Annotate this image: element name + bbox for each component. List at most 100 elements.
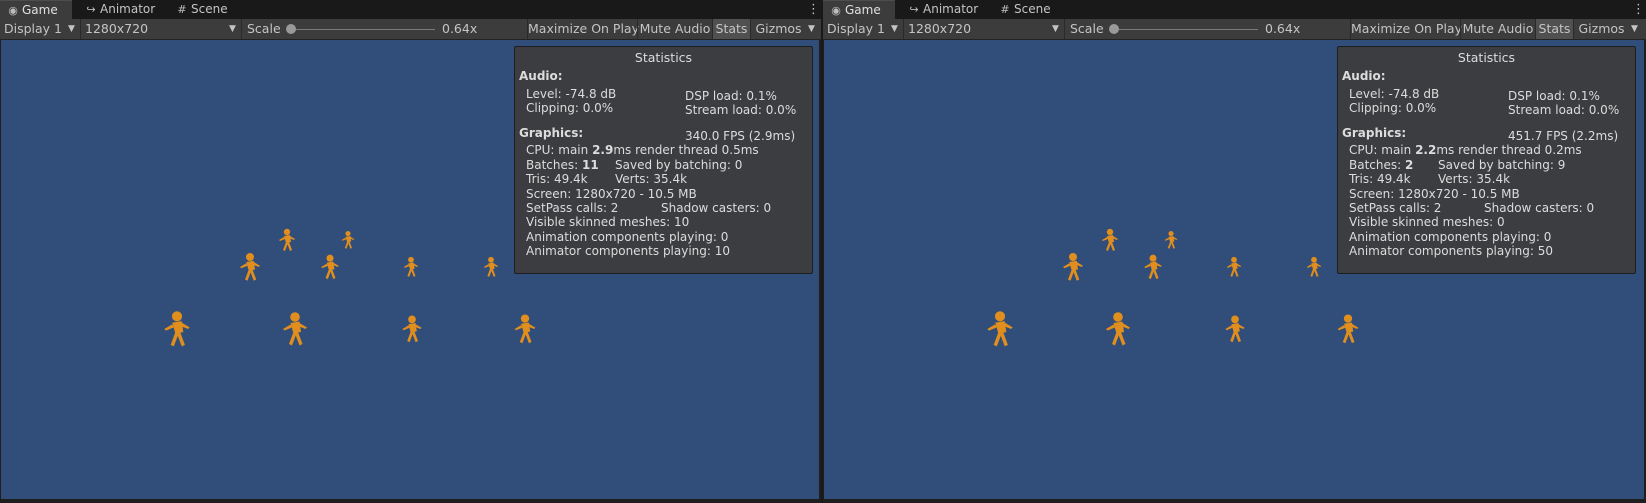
character-figure	[987, 311, 1013, 347]
visible-skinned-meshes: Visible skinned meshes: 10	[526, 215, 690, 229]
chevron-down-icon: ▼	[1052, 24, 1059, 34]
screen-info: Screen: 1280x720 - 10.5 MB	[1349, 187, 1520, 201]
display-dropdown[interactable]: Display 1	[4, 19, 78, 39]
game-view-left: ◉ Game ↪ Animator # Scene ⋮ Display 1 ▼ 128…	[0, 0, 821, 503]
grid-icon: #	[1000, 3, 1010, 16]
more-options-icon[interactable]: ⋮	[807, 0, 820, 19]
gamepad-icon: ◉	[831, 4, 841, 17]
gizmos-button[interactable]: Gizmos	[751, 19, 806, 39]
scale-label: Scale	[247, 21, 281, 36]
tab-animator[interactable]: ↪ Animator	[907, 0, 978, 19]
gizmos-button[interactable]: Gizmos	[1574, 19, 1629, 39]
stats-title: Statistics	[634, 50, 693, 65]
animator-icon: ↪	[909, 3, 919, 16]
character-figure	[402, 315, 422, 343]
statistics-panel: Statistics Audio: Level: -74.8 dB Clippi…	[1337, 46, 1636, 274]
character-figure	[1225, 315, 1245, 343]
character-figure	[483, 256, 499, 277]
stats-button[interactable]: Stats	[1536, 19, 1573, 39]
character-figure	[1226, 256, 1242, 277]
chevron-down-icon: ▼	[68, 24, 75, 34]
batches: Batches: 2	[1349, 158, 1414, 172]
resolution-dropdown[interactable]: 1280x720	[908, 19, 1060, 39]
audio-heading: Audio:	[519, 69, 563, 83]
character-figure	[514, 314, 536, 344]
game-view-right: ◉ Game ↪ Animator # Scene ⋮ Display 1 ▼ 128…	[823, 0, 1646, 503]
animation-components: Animation components playing: 0	[526, 230, 729, 244]
display-dropdown[interactable]: Display 1	[827, 19, 901, 39]
character-figure	[1102, 228, 1118, 251]
audio-clipping: Clipping: 0.0%	[526, 101, 614, 115]
audio-clipping: Clipping: 0.0%	[1349, 101, 1437, 115]
maximize-on-play-button[interactable]: Maximize On Play	[528, 19, 639, 39]
verts: Verts: 35.4k	[1438, 172, 1511, 186]
saved-by-batching: Saved by batching: 0	[615, 158, 743, 172]
character-figure	[1337, 314, 1359, 344]
fps: 340.0 FPS (2.9ms)	[685, 129, 796, 143]
fps: 451.7 FPS (2.2ms)	[1508, 129, 1619, 143]
batches: Batches: 11	[526, 158, 599, 172]
stream-load: Stream load: 0.0%	[1508, 103, 1620, 117]
scale-slider-thumb[interactable]	[1109, 24, 1119, 34]
character-figure	[1063, 253, 1083, 281]
resolution-dropdown[interactable]: 1280x720	[85, 19, 237, 39]
audio-heading: Audio:	[1342, 69, 1386, 83]
game-toolbar: Display 1 ▼ 1280x720 ▼ Scale 0.64x Maxim…	[0, 19, 821, 40]
character-figure	[1164, 231, 1178, 249]
mute-audio-button[interactable]: Mute Audio	[1461, 19, 1535, 39]
chevron-down-icon[interactable]: ▼	[808, 19, 815, 39]
divider	[903, 19, 904, 39]
dsp-load: DSP load: 0.1%	[1508, 89, 1600, 103]
character-figure	[1144, 254, 1162, 280]
divider	[1064, 19, 1065, 39]
dsp-load: DSP load: 0.1%	[685, 89, 777, 103]
character-figure	[240, 253, 260, 281]
cpu-line: CPU: main 2.2ms render thread 0.2ms	[1349, 143, 1582, 157]
audio-level: Level: -74.8 dB	[526, 87, 617, 101]
scale-slider[interactable]	[1113, 29, 1258, 30]
screen-info: Screen: 1280x720 - 10.5 MB	[526, 187, 697, 201]
character-figure	[321, 254, 339, 280]
graphics-heading: Graphics:	[519, 126, 584, 140]
verts: Verts: 35.4k	[615, 172, 688, 186]
stats-title: Statistics	[1457, 50, 1516, 65]
animation-components: Animation components playing: 0	[1349, 230, 1552, 244]
animator-components: Animator components playing: 50	[1349, 244, 1554, 258]
character-figure	[1306, 256, 1322, 277]
tris: Tris: 49.4k	[1349, 172, 1411, 186]
tris: Tris: 49.4k	[526, 172, 588, 186]
mute-audio-button[interactable]: Mute Audio	[638, 19, 712, 39]
setpass-calls: SetPass calls: 2	[1349, 201, 1442, 215]
chevron-down-icon: ▼	[891, 24, 898, 34]
scale-value: 0.64x	[1265, 21, 1301, 36]
scale-label: Scale	[1070, 21, 1104, 36]
cpu-line: CPU: main 2.9ms render thread 0.5ms	[526, 143, 759, 157]
tab-scene[interactable]: # Scene	[175, 0, 227, 19]
character-figure	[164, 311, 190, 347]
setpass-calls: SetPass calls: 2	[526, 201, 619, 215]
chevron-down-icon: ▼	[229, 24, 236, 34]
visible-skinned-meshes: Visible skinned meshes: 0	[1349, 215, 1505, 229]
tab-scene[interactable]: # Scene	[998, 0, 1050, 19]
shadow-casters: Shadow casters: 0	[1484, 201, 1595, 215]
shadow-casters: Shadow casters: 0	[661, 201, 772, 215]
tab-game[interactable]: ◉ Game	[0, 0, 72, 19]
more-options-icon[interactable]: ⋮	[1632, 0, 1645, 19]
tab-bar: ◉ Game ↪ Animator # Scene ⋮	[823, 0, 1646, 19]
scale-slider-thumb[interactable]	[286, 24, 296, 34]
chevron-down-icon[interactable]: ▼	[1631, 19, 1638, 39]
tab-bar: ◉ Game ↪ Animator # Scene ⋮	[0, 0, 821, 19]
saved-by-batching: Saved by batching: 9	[1438, 158, 1566, 172]
tab-game[interactable]: ◉ Game	[823, 0, 895, 19]
stream-load: Stream load: 0.0%	[685, 103, 797, 117]
stats-button[interactable]: Stats	[713, 19, 750, 39]
maximize-on-play-button[interactable]: Maximize On Play	[1351, 19, 1462, 39]
divider	[80, 19, 81, 39]
character-figure	[279, 228, 295, 251]
statistics-panel: Statistics Audio: Level: -74.8 dB Clippi…	[514, 46, 813, 274]
tab-animator[interactable]: ↪ Animator	[84, 0, 155, 19]
scale-slider[interactable]	[290, 29, 435, 30]
animator-components: Animator components playing: 10	[526, 244, 731, 258]
character-figure	[341, 231, 355, 249]
divider	[241, 19, 242, 39]
